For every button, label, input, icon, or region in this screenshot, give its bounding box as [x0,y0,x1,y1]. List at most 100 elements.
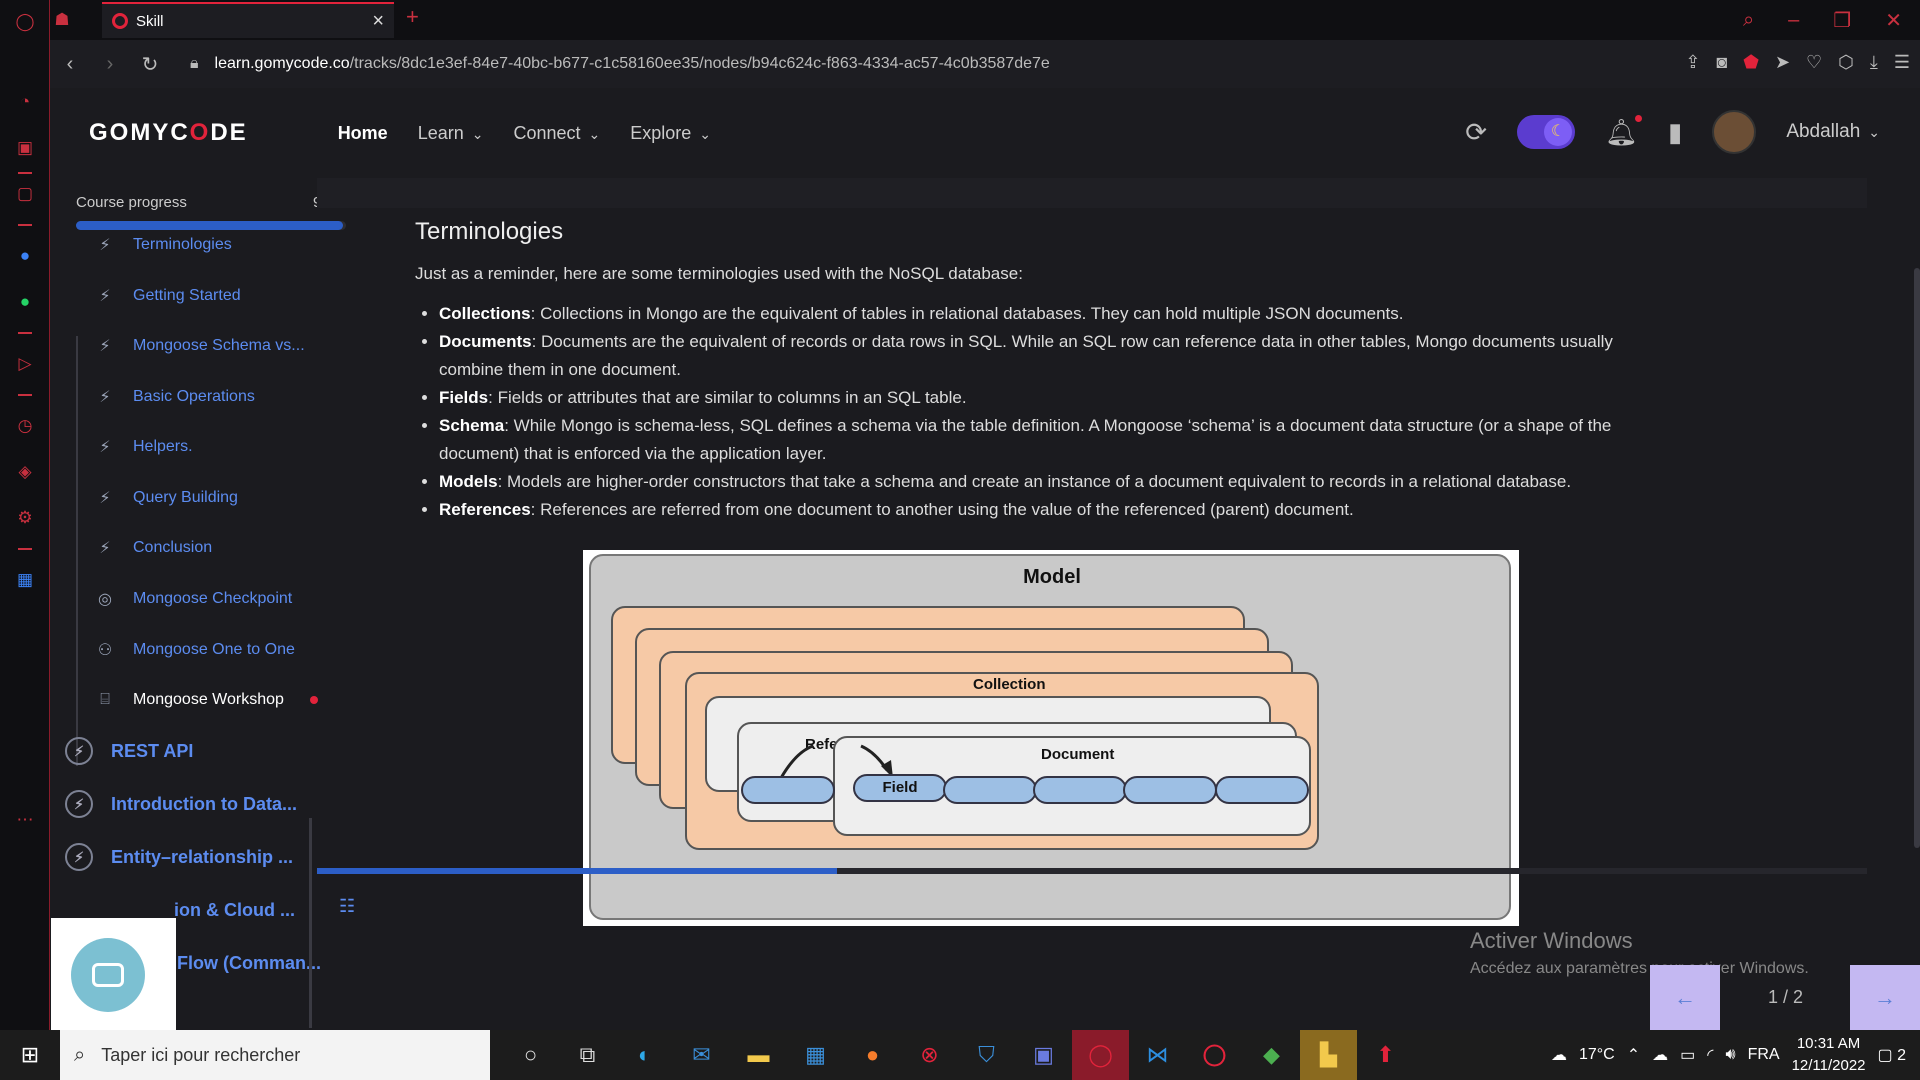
progress-bar [76,221,346,230]
new-tab-icon[interactable]: + [406,4,419,30]
task-view-icon[interactable]: ⧉ [559,1030,616,1080]
minimize-icon[interactable]: – [1788,9,1799,32]
nav-learn[interactable]: Learn ⌄ [418,123,484,144]
page-scrollbar[interactable] [1914,268,1920,848]
module-flow[interactable]: Flow (Comman... [177,947,321,979]
web-page: GOMYCODE Home Learn ⌄ Connect ⌄ Explore ⌄ ⟳… [51,88,1920,1030]
reload-icon[interactable]: ↻ [130,52,170,77]
chevron-up-icon[interactable]: ⌃ [1627,1045,1640,1065]
taskbar-search-input[interactable]: ⌕ Taper ici pour rechercher [60,1030,490,1080]
search-tabs-icon[interactable]: ⌕ [1743,9,1754,32]
tab-skill[interactable]: Skill × [102,2,394,38]
module-cloud[interactable]: ion & Cloud ... [174,894,295,926]
lesson-one-to-one[interactable]: ⚇ Mongoose One to One [91,635,295,665]
opera-gx-icon[interactable]: ◯ [1072,1030,1129,1080]
translate-icon[interactable]: ▦ [13,568,37,592]
gamepad-icon[interactable]: ☗ [50,8,74,32]
speed-dial-icon[interactable]: ◔ [13,90,37,114]
language[interactable]: FRA [1748,1046,1780,1064]
vpn-shield-icon[interactable]: ⬟ [1743,52,1759,73]
next-page-button[interactable]: → [1850,965,1920,1030]
extensions-icon[interactable]: ◈ [13,460,37,484]
module-er[interactable]: ⚡︎ Entity–relationship ... [65,841,293,873]
settings-icon[interactable]: ⚙ [13,506,37,530]
opera-icon[interactable]: ⭕︎ [1186,1030,1243,1080]
user-menu[interactable]: Abdallah ⌄ [1786,121,1880,143]
teams-icon[interactable]: ▣ [1015,1030,1072,1080]
box-icon[interactable]: ⬡ [1838,52,1854,73]
twitch-icon[interactable]: ▢ [13,182,37,206]
close-tab-icon[interactable]: × [372,10,384,33]
snapshot-icon[interactable]: ◙ [1716,52,1727,73]
dark-mode-toggle[interactable]: ☾ [1516,115,1575,149]
gomycode-logo[interactable]: GOMYCODE [89,119,248,147]
lesson-checkpoint[interactable]: ◎ Mongoose Checkpoint [91,584,292,614]
model-box: Model Collection Reference Document Fiel… [589,554,1511,920]
horizontal-scrollbar[interactable] [317,868,837,874]
lesson-workshop[interactable]: ⌸ Mongoose Workshop [91,685,318,715]
lesson-getting-started[interactable]: ⚡︎ Getting Started [91,281,240,311]
game-app-icon[interactable]: ⊗ [901,1030,958,1080]
lesson-query-building[interactable]: ⚡︎ Query Building [91,483,238,513]
download-icon[interactable]: ⤓ [1870,52,1878,73]
nav-connect[interactable]: Connect ⌄ [513,123,600,144]
restore-icon[interactable]: ❐ [1833,8,1851,33]
upload-app-icon[interactable]: ⬆ [1357,1030,1414,1080]
lesson-conclusion[interactable]: ⚡︎ Conclusion [91,533,212,563]
clock[interactable]: 10:31 AM 12/11/2022 [1792,1033,1866,1077]
heart-icon[interactable]: ♡ [1806,52,1822,73]
close-window-icon[interactable]: ✕ [1885,8,1902,33]
forward-icon[interactable]: › [90,53,130,76]
prev-page-button[interactable]: ← [1650,965,1720,1030]
edge-icon[interactable]: ◐ [616,1030,673,1080]
whatsapp-icon[interactable]: ● [13,290,37,314]
lesson-terminologies[interactable]: ⚡︎ Terminologies [91,230,231,260]
refresh-icon[interactable]: ⟳ [1465,117,1487,148]
lesson-basic-operations[interactable]: ⚡︎ Basic Operations [91,382,254,412]
share-icon[interactable]: ⇪ [1685,52,1700,73]
store-icon[interactable]: ▦ [787,1030,844,1080]
messenger-icon[interactable]: ● [13,244,37,268]
main-nav: Home Learn ⌄ Connect ⌄ Explore ⌄ [338,123,711,144]
nav-explore[interactable]: Explore ⌄ [630,123,711,144]
file-explorer-icon[interactable]: ▬ [730,1030,787,1080]
lesson-helpers[interactable]: ⚡︎ Helpers. [91,432,192,462]
url-field[interactable]: 🔒︎ learn.gomycode.co /tracks/8dc1e3ef-84… [190,55,1050,73]
bolt-circle-icon: ⚡︎ [65,843,93,871]
windows-start-icon[interactable]: ⊞ [0,1042,60,1068]
cortana-icon[interactable]: ○ [502,1030,559,1080]
browser-sidebar: ◯ ◔ ▣ ▢ ● ● ▷ ◷ ◈ ⚙ ▦ ⋯ [0,0,50,1030]
table-of-contents-icon[interactable]: ☷ [339,896,355,917]
chevron-down-icon: ⌄ [588,125,601,142]
firefox-icon[interactable]: ● [844,1030,901,1080]
chat-icon[interactable]: ▮ [1668,117,1682,148]
history-icon[interactable]: ◷ [13,414,37,438]
chat-launcher-button[interactable] [71,938,145,1012]
nav-home[interactable]: Home [338,123,388,144]
sidebar-scrollbar[interactable] [309,818,312,1028]
back-icon[interactable]: ‹ [50,53,90,76]
notifications-icon[interactable]: ▢ 2 [1878,1045,1906,1065]
easy-setup-icon[interactable]: ☰ [1894,52,1910,73]
more-icon[interactable]: ⋯ [13,808,37,832]
module-rest-api[interactable]: ⚡︎ REST API [65,735,193,767]
wifi-icon[interactable]: ◜ [1707,1045,1713,1065]
lesson-schema[interactable]: ⚡︎ Mongoose Schema vs... [91,331,304,361]
vscode-icon[interactable]: ⋈ [1129,1030,1186,1080]
git-icon[interactable]: ◆ [1243,1030,1300,1080]
bell-icon[interactable]: 🔔︎ [1605,114,1642,148]
folder-icon[interactable]: ▙ [1300,1030,1357,1080]
module-intro-data[interactable]: ⚡︎ Introduction to Data... [65,788,297,820]
player-icon[interactable]: ▷ [13,352,37,376]
volume-icon[interactable]: 🔊︎ [1725,1046,1735,1064]
network-icon[interactable]: ☁ [1652,1045,1668,1065]
mail-icon[interactable]: ✉ [673,1030,730,1080]
shopping-icon[interactable]: ▣ [13,136,37,160]
opera-logo-icon[interactable]: ◯ [13,10,37,34]
defender-icon[interactable]: ⛉ [958,1030,1015,1080]
field-pill [1215,776,1309,804]
weather-icon[interactable]: ☁ [1551,1045,1567,1065]
send-icon[interactable]: ➤ [1775,52,1790,73]
battery-icon[interactable]: ▭ [1680,1045,1695,1065]
avatar[interactable] [1712,110,1757,154]
